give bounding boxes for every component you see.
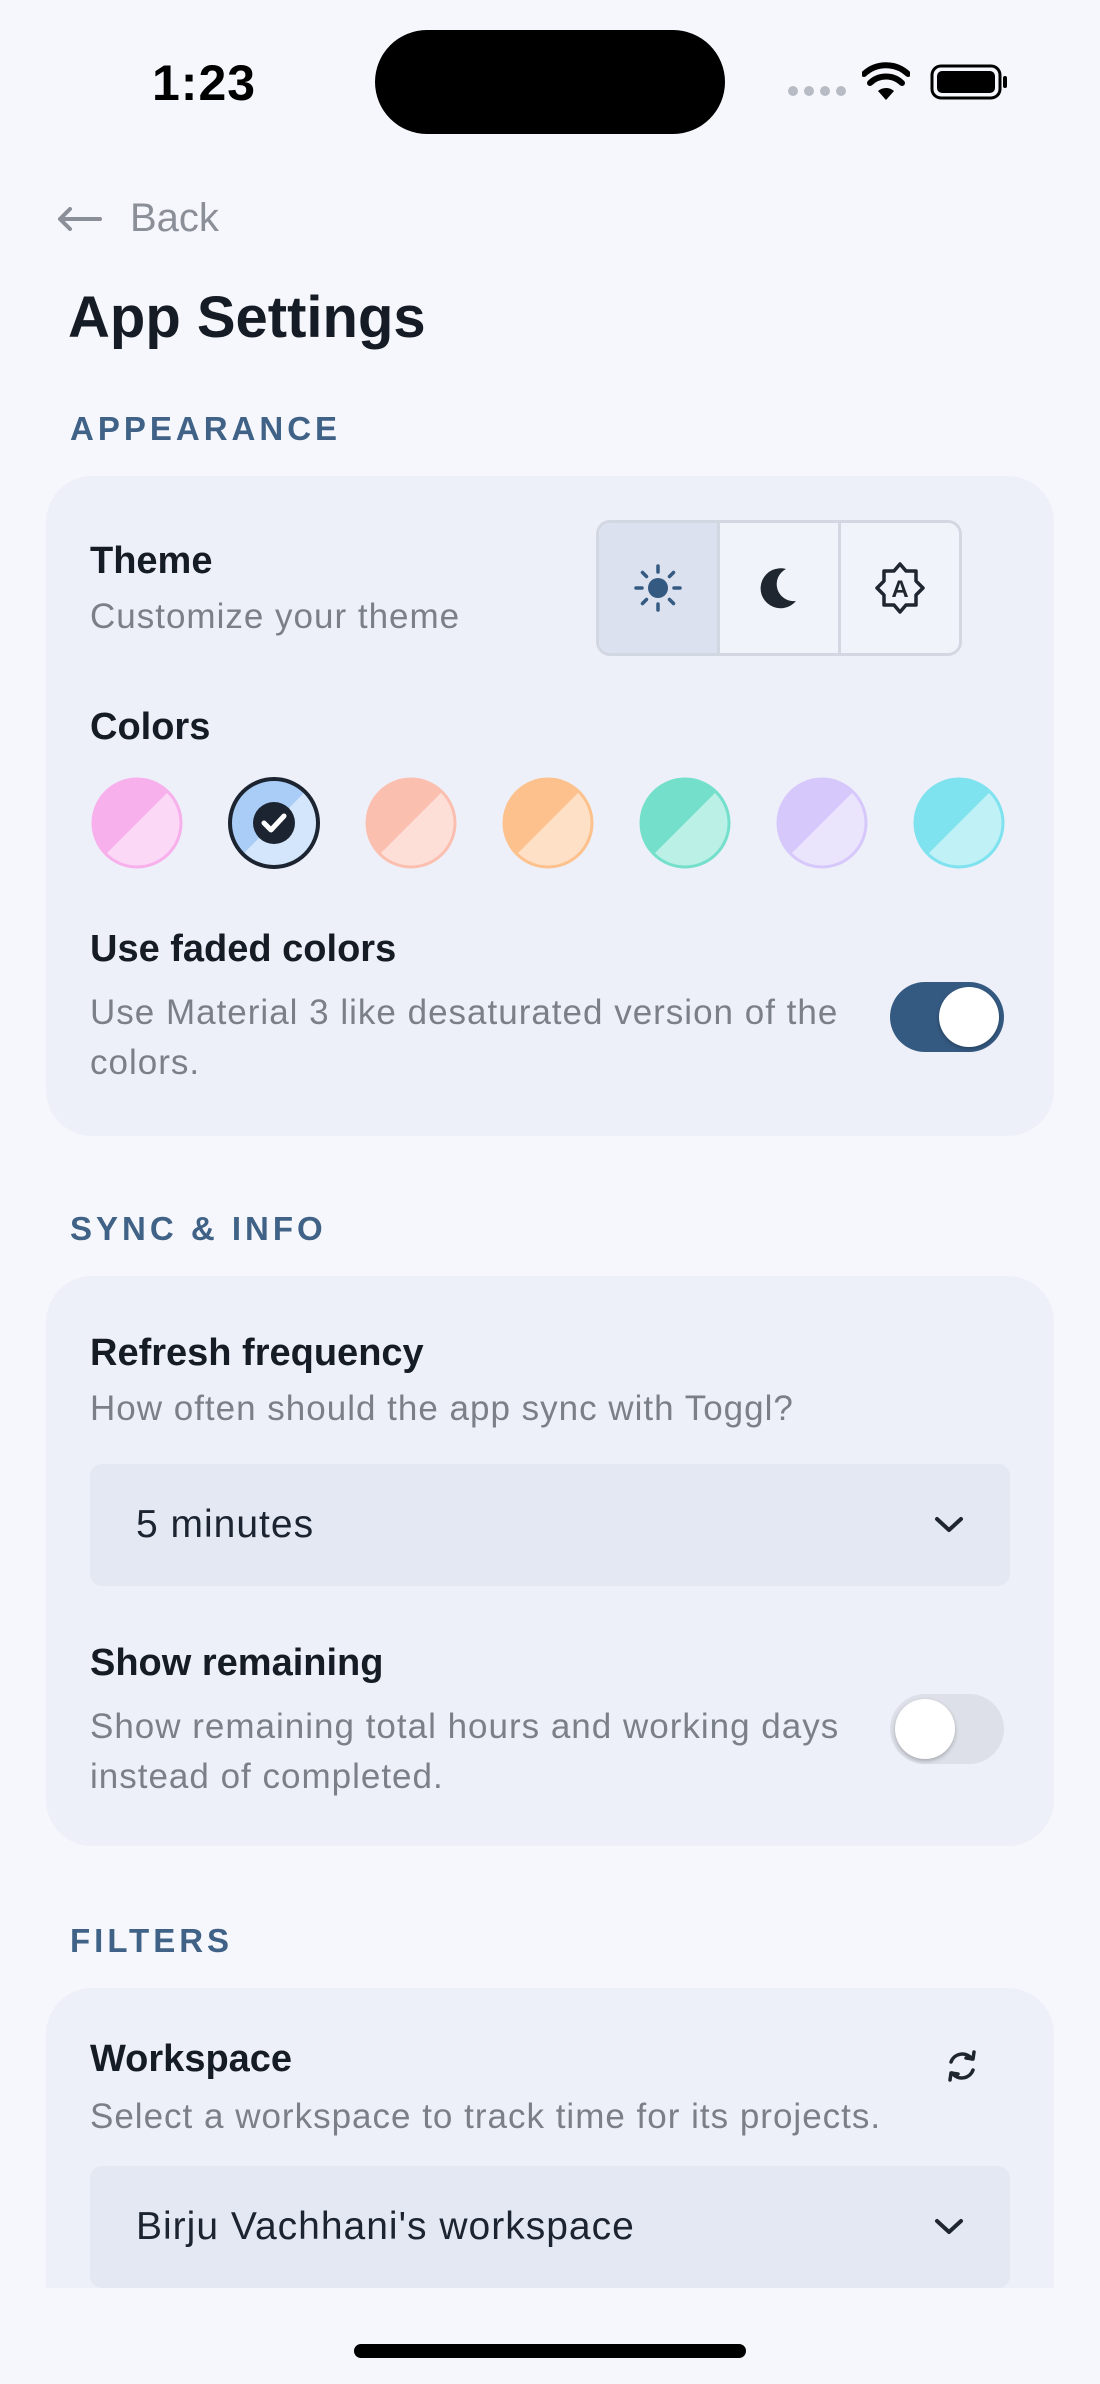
theme-light-option[interactable] [599,523,720,653]
workspace-subtitle: Select a workspace to track time for its… [90,2097,882,2136]
svg-text:A: A [891,576,908,603]
faded-colors-title: Use faded colors [90,928,397,970]
color-swatch[interactable] [227,776,321,870]
chevron-down-icon [935,2219,963,2234]
colors-title: Colors [90,706,211,748]
toggle-knob [939,987,999,1047]
theme-selector: A [596,520,962,656]
back-button[interactable]: Back [56,196,219,241]
show-remaining-toggle[interactable] [890,1694,1004,1764]
refresh-frequency-select[interactable]: 5 minutes [90,1464,1010,1586]
theme-auto-option[interactable]: A [841,523,959,653]
appearance-card: Theme Customize your theme A Colors Use … [46,476,1054,1136]
section-label-sync: SYNC & INFO [70,1210,327,1247]
sync-card: Refresh frequency How often should the a… [46,1276,1054,1846]
color-swatch[interactable] [912,776,1006,870]
sun-icon [634,564,682,612]
faded-colors-subtitle: Use Material 3 like desaturated version … [90,993,839,1082]
color-swatch[interactable] [501,776,595,870]
toggle-knob [895,1699,955,1759]
check-icon [253,802,295,844]
arrow-left-icon [58,206,102,231]
refresh-subtitle: How often should the app sync with Toggl… [90,1389,794,1428]
theme-title: Theme [90,540,213,582]
theme-subtitle: Customize your theme [90,597,461,636]
filters-card: Workspace Select a workspace to track ti… [46,1988,1054,2288]
refresh-icon[interactable] [942,2046,982,2086]
back-label: Back [130,196,219,240]
wifi-icon [862,62,910,100]
workspace-select[interactable]: Birju Vachhani's workspace [90,2166,1010,2288]
color-swatch[interactable] [364,776,458,870]
show-remaining-subtitle: Show remaining total hours and working d… [90,1707,840,1796]
section-label-appearance: APPEARANCE [70,410,342,447]
refresh-frequency-value: 5 minutes [136,1503,315,1546]
auto-brightness-icon: A [875,562,925,614]
workspace-value: Birju Vachhani's workspace [136,2205,635,2248]
theme-dark-option[interactable] [720,523,841,653]
status-time: 1:23 [152,55,257,111]
refresh-title: Refresh frequency [90,1332,424,1374]
faded-colors-toggle[interactable] [890,982,1004,1052]
battery-icon [930,64,1007,100]
moon-icon [760,568,796,609]
color-swatch[interactable] [638,776,732,870]
color-swatches [90,776,1006,870]
section-label-filters: FILTERS [70,1922,234,1959]
page-title: App Settings [68,285,426,350]
workspace-title: Workspace [90,2038,293,2080]
dynamic-island [375,30,725,134]
show-remaining-title: Show remaining [90,1642,384,1684]
signal-icon [788,86,846,96]
color-swatch[interactable] [775,776,869,870]
chevron-down-icon [935,1517,963,1532]
home-indicator [354,2344,746,2358]
color-swatch[interactable] [90,776,184,870]
bottom-area [0,2288,1100,2384]
